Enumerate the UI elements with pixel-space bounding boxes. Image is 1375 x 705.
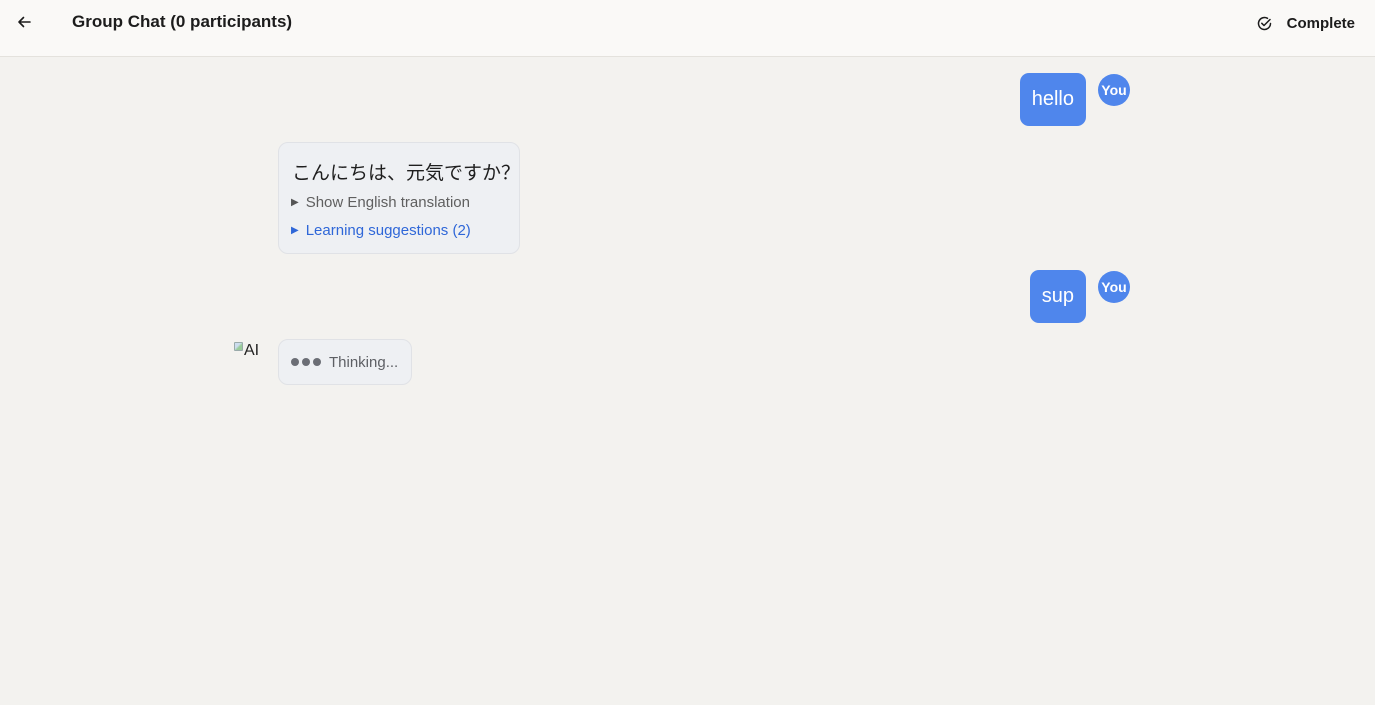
translation-toggle-label: Show English translation	[305, 194, 470, 211]
suggestions-toggle-label: Learning suggestions (2)	[305, 222, 471, 239]
complete-label: Complete	[1286, 14, 1355, 32]
typing-dots-icon	[291, 358, 321, 366]
top-bar: Group Chat (0 participants) Complete	[0, 0, 1375, 57]
avatar: You	[1098, 271, 1130, 303]
ai-message: こんにちは、元気ですか？ ▶ Show English translation …	[278, 142, 520, 254]
ai-avatar-alt: AI	[244, 342, 260, 359]
thinking-status: Thinking...	[329, 353, 399, 371]
message-text: sup	[1041, 285, 1074, 307]
broken-image-icon	[234, 342, 243, 351]
ai-avatar: AI	[234, 342, 268, 364]
page-title: Group Chat (0 participants)	[72, 12, 293, 31]
ai-thinking-message: Thinking...	[278, 339, 412, 385]
user-message: hello	[1019, 73, 1086, 126]
show-translation-toggle[interactable]: ▶ Show English translation	[291, 194, 470, 211]
complete-button[interactable]: Complete	[1256, 10, 1355, 36]
triangle-right-icon: ▶	[291, 225, 299, 236]
message-text: こんにちは、元気ですか？	[292, 163, 521, 184]
back-button[interactable]	[10, 8, 38, 36]
user-message: sup	[1029, 270, 1086, 323]
learning-suggestions-toggle[interactable]: ▶ Learning suggestions (2)	[291, 222, 471, 239]
triangle-right-icon: ▶	[291, 197, 299, 208]
arrow-left-icon	[18, 16, 31, 28]
avatar: You	[1098, 74, 1130, 106]
message-text: hello	[1031, 88, 1074, 110]
check-circle-icon	[1256, 15, 1273, 32]
